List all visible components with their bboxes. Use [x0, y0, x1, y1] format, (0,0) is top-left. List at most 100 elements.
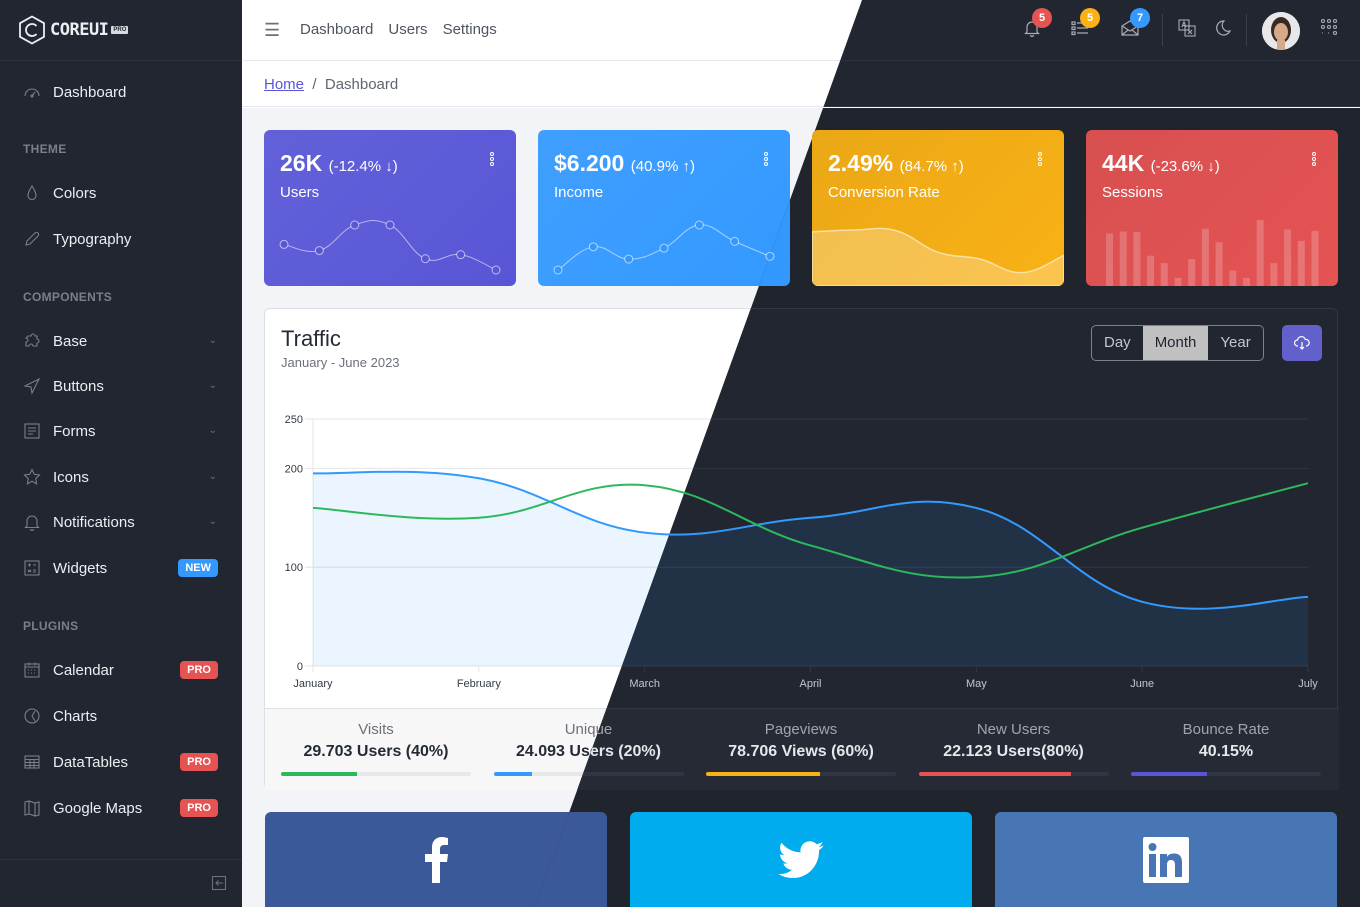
star-icon: [22, 467, 42, 487]
calendar-icon: [22, 660, 42, 680]
sparkline-bar: [1256, 220, 1264, 286]
sparkline-point: [350, 220, 360, 230]
progress-bar: [281, 772, 471, 776]
widget-label: Conversion Rate: [828, 184, 940, 201]
header-nav-settings[interactable]: Settings: [443, 21, 497, 38]
download-button[interactable]: [1282, 325, 1322, 361]
chevron-down-icon[interactable]: ⌄: [209, 516, 217, 527]
header-nav-users[interactable]: Users: [388, 21, 427, 38]
stat-value: 29.703 Users (40%): [303, 743, 449, 760]
sidebar-item-buttons[interactable]: Buttons ⌄: [0, 366, 242, 406]
more-options-icon[interactable]: [764, 152, 768, 167]
sidebar-item-calendar[interactable]: Calendar PRO: [0, 650, 242, 690]
sparkline-bar: [1270, 263, 1278, 286]
x-tick-label: April: [799, 678, 821, 690]
sparkline-bar: [1243, 277, 1250, 286]
sidebar-item-colors[interactable]: Colors: [0, 173, 242, 213]
sidebar-toggle-icon[interactable]: ☰: [264, 20, 280, 41]
cursor-icon: [22, 376, 42, 396]
linkedin-card[interactable]: [995, 812, 1337, 907]
sparkline-bar: [1133, 232, 1141, 286]
widget-sessions: 44K (-23.6% ↓) Sessions: [1086, 130, 1338, 286]
sidebar-item-datatables[interactable]: DataTables PRO: [0, 742, 242, 782]
sidebar-item-label: Dashboard: [53, 83, 127, 101]
sidebar-collapse-icon[interactable]: [211, 875, 227, 891]
pencil-icon: [22, 229, 42, 249]
sparkline-point: [624, 254, 634, 264]
header-nav-dashboard[interactable]: Dashboard: [300, 21, 373, 38]
facebook-icon: [425, 836, 448, 883]
x-tick-label: January: [293, 678, 333, 690]
sparkline-bar: [1174, 277, 1182, 286]
sidebar-item-label: Calendar: [53, 661, 114, 679]
widget-conversion-rate: 2.49% (84.7% ↑) Conversion Rate: [812, 130, 1064, 286]
chevron-down-icon[interactable]: ⌄: [209, 335, 217, 346]
sparkline-point: [553, 265, 563, 275]
x-tick-label: June: [1130, 678, 1154, 690]
stat-label: New Users: [976, 721, 1051, 738]
y-tick-label: 0: [297, 661, 303, 673]
sidebar-item-forms[interactable]: Forms ⌄: [0, 411, 242, 451]
period-month-button[interactable]: Month: [1142, 326, 1209, 360]
more-options-icon[interactable]: [1038, 152, 1042, 167]
more-options-icon[interactable]: [1312, 152, 1316, 167]
sparkline-point: [456, 250, 466, 260]
sidebar-item-label: Google Maps: [53, 799, 143, 817]
widget-sparkline: [812, 227, 1064, 286]
sparkline-bar: [1284, 229, 1292, 286]
spreadsheet-icon: [22, 752, 42, 772]
widget-change: (-23.6% ↓): [1150, 158, 1220, 175]
widget-label: Sessions: [1102, 184, 1163, 201]
sidebar-item-dashboard[interactable]: Dashboard: [0, 72, 242, 112]
x-tick-label: February: [457, 678, 502, 690]
sidebar-item-label: DataTables: [53, 753, 129, 771]
header-nav: Dashboard Users Settings: [300, 21, 497, 38]
nav-section-plugins: PLUGINS: [23, 619, 79, 633]
widget-change: (40.9% ↑): [630, 158, 695, 175]
widget-sparkline: [1106, 220, 1319, 286]
stat-bounce-rate: Bounce Rate 40.15%: [1131, 721, 1321, 776]
chevron-down-icon[interactable]: ⌄: [209, 380, 217, 391]
breadcrumb-home[interactable]: Home: [264, 76, 304, 93]
sparkline-bar: [1297, 240, 1305, 286]
stat-label: Pageviews: [764, 721, 838, 738]
sidebar-item-notifications[interactable]: Notifications ⌄: [0, 502, 242, 542]
breadcrumb-current: Dashboard: [324, 76, 399, 93]
sparkline-point: [730, 236, 740, 246]
sidebar-item-base[interactable]: Base ⌄: [0, 321, 242, 361]
bell-icon: [22, 512, 42, 532]
widget-change: (84.7% ↑): [899, 158, 964, 175]
twitter-card[interactable]: [630, 812, 972, 907]
chevron-down-icon[interactable]: ⌄: [209, 425, 217, 436]
drop-icon: [22, 183, 42, 203]
widget-income: $6.200 (40.9% ↑) Income: [538, 130, 790, 286]
pro-badge: PRO: [180, 799, 218, 817]
sidebar-item-typography[interactable]: Typography: [0, 219, 242, 259]
sidebar-item-charts[interactable]: Charts: [0, 696, 242, 736]
sidebar-item-label: Typography: [53, 230, 132, 248]
progress-bar: [1131, 772, 1321, 776]
more-options-icon[interactable]: [490, 152, 494, 167]
puzzle-icon: [22, 331, 42, 351]
sidebar-item-widgets[interactable]: Widgets NEW: [0, 548, 242, 588]
sparkline-point: [491, 265, 501, 275]
sidebar-item-icons[interactable]: Icons ⌄: [0, 457, 242, 497]
stat-label: Visits: [358, 721, 394, 738]
dashboard-stage: ☰ Dashboard Users Settings Home / Dashbo…: [0, 0, 1360, 907]
linkedin-icon: [1143, 836, 1189, 883]
sparkline-point: [588, 242, 598, 252]
brand-logo[interactable]: COREUI PRO: [0, 0, 242, 61]
sidebar-item-label: Widgets: [53, 559, 108, 577]
sidebar-item-google-maps[interactable]: Google Maps PRO: [0, 788, 242, 828]
stat-value: 40.15%: [1198, 743, 1254, 760]
period-year-button[interactable]: Year: [1208, 326, 1262, 360]
chevron-down-icon[interactable]: ⌄: [209, 471, 217, 482]
traffic-title: Traffic: [281, 326, 341, 351]
period-day-button[interactable]: Day: [1092, 326, 1143, 360]
sparkline-bar: [1215, 242, 1223, 286]
sparkline-bar: [1229, 270, 1237, 286]
sidebar-item-label: Forms: [53, 422, 96, 440]
widget-value: 44K: [1102, 150, 1145, 176]
nav-section-theme: THEME: [23, 142, 67, 156]
map-icon: [22, 798, 42, 818]
